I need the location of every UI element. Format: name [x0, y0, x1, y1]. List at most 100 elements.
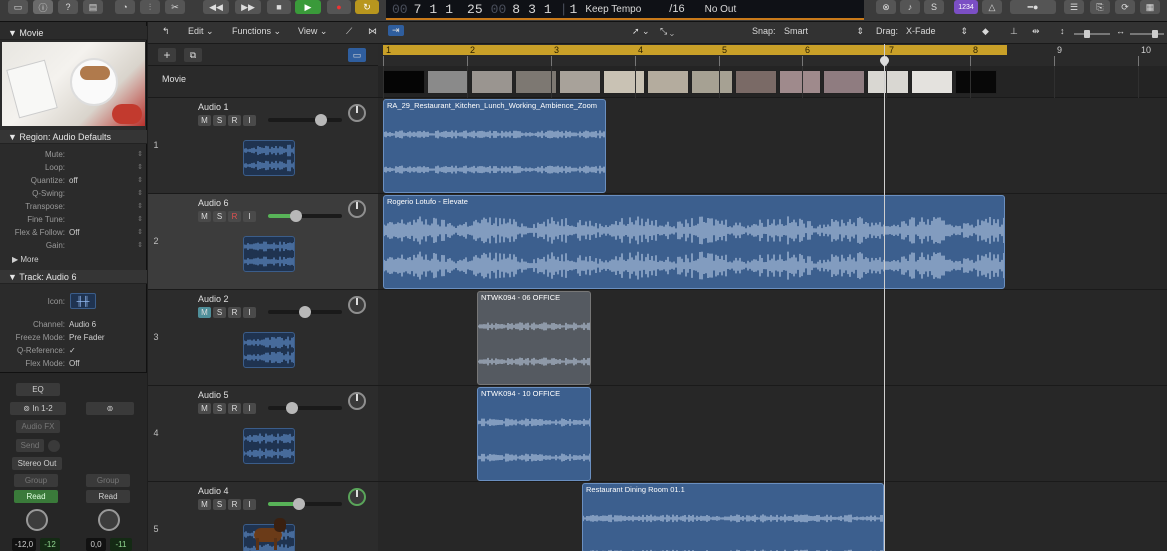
mute-button[interactable]: M	[198, 115, 211, 126]
mute-button[interactable]: M	[198, 403, 211, 414]
input-monitor-button[interactable]: I	[243, 499, 256, 510]
functions-menu[interactable]: Functions ⌄	[232, 26, 281, 37]
browsers-icon[interactable]: ▦	[1140, 0, 1160, 14]
region-param-row[interactable]: Q-Swing: ⇕	[0, 187, 147, 200]
volume-fader[interactable]	[268, 114, 342, 126]
fit-icon[interactable]: ⇹	[1032, 26, 1040, 37]
group-slot-right[interactable]: Group	[86, 474, 130, 487]
volume-fader[interactable]	[268, 498, 342, 510]
playhead[interactable]	[884, 44, 885, 551]
track-waveform-icon[interactable]	[243, 140, 295, 176]
more-disclosure[interactable]: ▶ More	[0, 253, 147, 266]
replace-icon[interactable]: ⊗	[876, 0, 896, 14]
toolbar-icon[interactable]: ▤	[83, 0, 103, 14]
loop-browser-icon[interactable]: ⟳	[1115, 0, 1135, 14]
track-param-row[interactable]: Flex Mode: Off	[0, 357, 147, 370]
automation-read-left[interactable]: Read	[14, 490, 58, 503]
pan-knob[interactable]	[348, 488, 366, 506]
inspector-icon[interactable]: ⓘ	[33, 0, 53, 14]
region-param-row[interactable]: Loop: ⇕	[0, 161, 147, 174]
drag-select[interactable]: X-Fade ⇕	[906, 26, 968, 36]
signature-display[interactable]: /16	[669, 3, 684, 15]
track-header[interactable]: 2 Audio 6 M S R I	[148, 194, 378, 290]
track-name[interactable]: Audio 4	[198, 486, 229, 496]
movie-track-header[interactable]: Movie	[148, 66, 378, 98]
pan-knob-left[interactable]	[26, 509, 48, 531]
lcd-display[interactable]: 00 7 1 1 25 00 8 3 1 | 1 Keep Tempo /16 …	[386, 0, 864, 20]
quick-help-icon[interactable]: ?	[58, 0, 78, 14]
pan-knob[interactable]	[348, 200, 366, 218]
output-display[interactable]: No Out	[705, 4, 737, 15]
track-param-row[interactable]: Freeze Mode: Pre Fader	[0, 331, 147, 344]
smart-controls-icon[interactable]: ◔	[115, 0, 135, 14]
view-menu[interactable]: View ⌄	[298, 26, 327, 37]
record-enable-button[interactable]: R	[228, 403, 241, 414]
solo-button[interactable]: S	[213, 307, 226, 318]
tempo-display[interactable]: Keep Tempo	[585, 4, 641, 15]
mixer-icon[interactable]: ⫶	[140, 0, 160, 14]
track-inspector-header[interactable]: ▼ Track: Audio 6	[0, 270, 147, 284]
track-waveform-icon[interactable]	[243, 428, 295, 464]
cycle-button[interactable]: ↻	[355, 0, 379, 14]
region-param-row[interactable]: Fine Tune: ⇕	[0, 213, 147, 226]
link-icon-right[interactable]: ⊚	[86, 402, 134, 415]
audio-region[interactable]: Rogerio Lotufo - Elevate	[383, 195, 1005, 289]
track-waveform-icon[interactable]: ╫╫	[70, 293, 96, 309]
record-enable-button[interactable]: R	[228, 499, 241, 510]
audio-region[interactable]: NTWK094 - 06 OFFICE	[477, 291, 591, 385]
track-header[interactable]: 4 Audio 5 M S R I	[148, 386, 378, 482]
record-enable-button[interactable]: R	[228, 115, 241, 126]
audio-fx-slot[interactable]: Audio FX	[16, 420, 60, 433]
count-in-button[interactable]: 1234	[954, 0, 978, 14]
volume-readout-left[interactable]: -12,0	[12, 538, 36, 551]
horizontal-zoom-slider[interactable]	[1130, 30, 1164, 38]
record-button[interactable]: ●	[327, 0, 351, 14]
mute-button[interactable]: M	[198, 307, 211, 318]
movie-inspector-header[interactable]: ▼ Movie	[0, 26, 147, 40]
volume-fader[interactable]	[268, 402, 342, 414]
region-param-row[interactable]: Transpose: ⇕	[0, 200, 147, 213]
edit-menu[interactable]: Edit ⌄	[188, 26, 214, 37]
vertical-zoom-icon[interactable]: ⊥	[1010, 26, 1018, 37]
track-waveform-icon[interactable]	[243, 236, 295, 272]
track-param-row[interactable]: Channel: Audio 6	[0, 318, 147, 331]
flex-icon[interactable]: ⋈	[368, 26, 377, 37]
editors-icon[interactable]: ✂	[165, 0, 185, 14]
catch-playhead-icon[interactable]: ⇥	[388, 25, 404, 36]
mute-button[interactable]: M	[198, 211, 211, 222]
track-name[interactable]: Audio 5	[198, 390, 229, 400]
region-inspector-header[interactable]: ▼ Region: Audio Defaults	[0, 130, 147, 144]
input-monitor-button[interactable]: I	[243, 307, 256, 318]
pan-knob[interactable]	[348, 296, 366, 314]
waveform-zoom-icon[interactable]: ◆	[982, 26, 989, 37]
duplicate-track-icon[interactable]: ⧉	[184, 48, 202, 62]
stop-button[interactable]: ■	[267, 0, 291, 14]
mute-button[interactable]: M	[198, 499, 211, 510]
solo-button[interactable]: S	[213, 211, 226, 222]
eq-button[interactable]: EQ	[16, 383, 60, 396]
fader-knob[interactable]	[290, 210, 303, 222]
secondary-tool-menu[interactable]: ⤡ ⌄	[660, 26, 674, 37]
track-name[interactable]: Audio 1	[198, 102, 229, 112]
horizontal-zoom-icon[interactable]: ↔	[1116, 26, 1125, 36]
solo-button[interactable]: S	[213, 499, 226, 510]
volume-fader[interactable]	[268, 306, 342, 318]
send-knob[interactable]	[48, 440, 60, 452]
library-icon[interactable]: ▭	[8, 0, 28, 14]
cycle-region[interactable]	[383, 45, 1007, 55]
global-tracks-icon[interactable]: ▭	[348, 48, 366, 62]
automation-icon[interactable]: ⟋	[346, 26, 352, 37]
group-slot-left[interactable]: Group	[14, 474, 58, 487]
pointer-tool-menu[interactable]: ➚ ⌄	[632, 26, 650, 37]
list-editors-icon[interactable]: ☰	[1064, 0, 1084, 14]
audio-region[interactable]: Restaurant Dining Room 01.1	[582, 483, 884, 551]
metronome-icon[interactable]: △	[982, 0, 1002, 14]
record-enable-button[interactable]: R	[228, 211, 241, 222]
solo-button[interactable]: S	[213, 403, 226, 414]
vertical-zoom-slider[interactable]	[1074, 30, 1110, 38]
audio-region[interactable]: NTWK094 - 10 OFFICE	[477, 387, 591, 481]
input-monitor-button[interactable]: I	[243, 115, 256, 126]
track-param-row[interactable]: Q-Reference: ✓	[0, 344, 147, 357]
volume-fader[interactable]	[268, 210, 342, 222]
track-header[interactable]: 1 Audio 1 M S R I	[148, 98, 378, 194]
